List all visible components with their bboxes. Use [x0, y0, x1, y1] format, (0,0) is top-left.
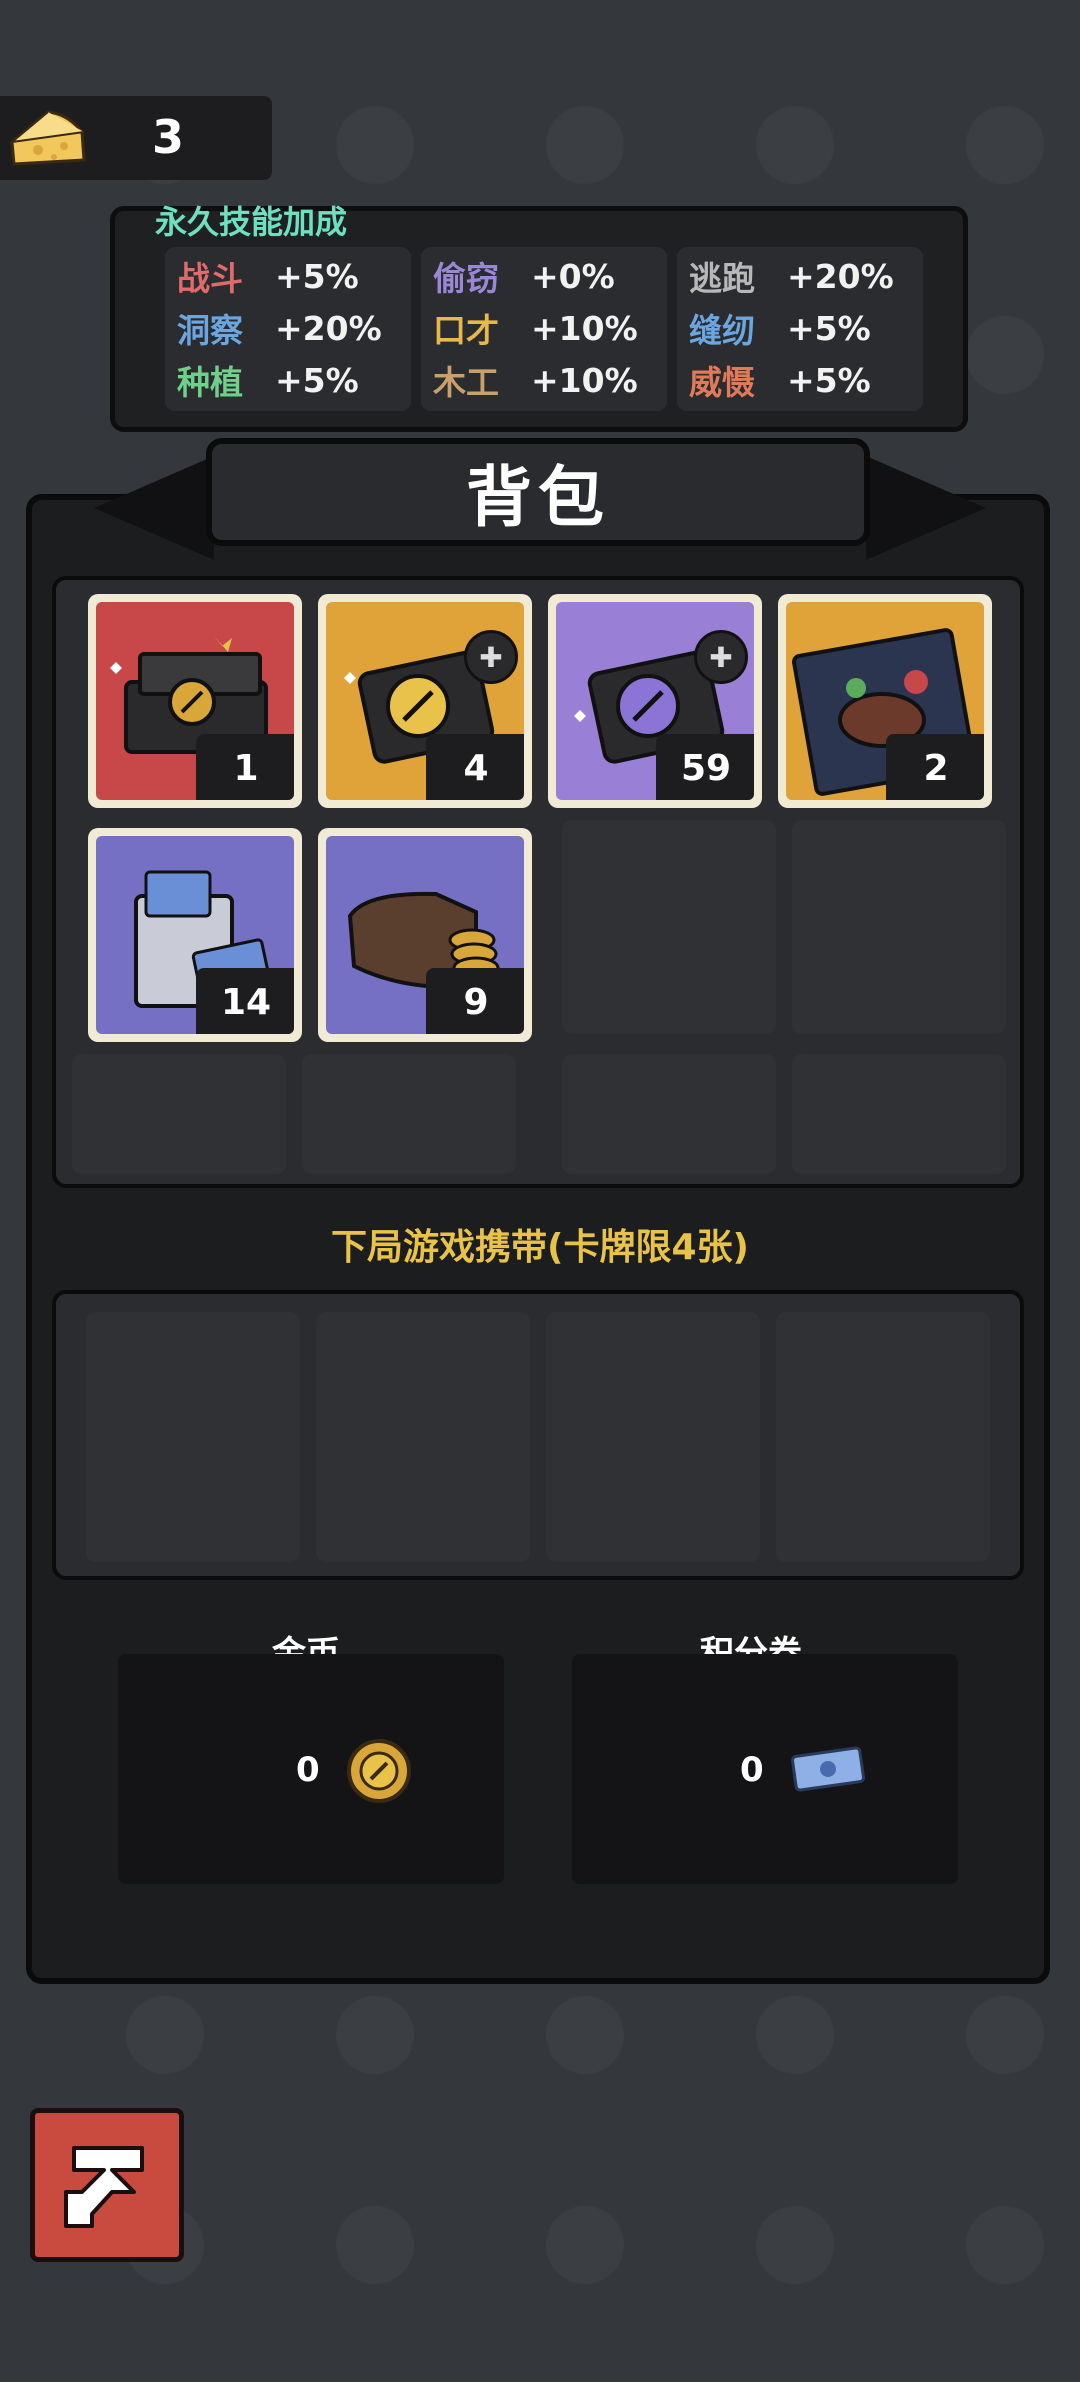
skill-value: +5%	[275, 360, 359, 400]
empty-slot[interactable]	[562, 820, 776, 1034]
gold-coin-icon	[347, 1739, 411, 1803]
skill-column-2: 偷窃 +0% 口才 +10% 木工 +10%	[421, 247, 667, 411]
banner-ribbon-right	[866, 456, 986, 560]
skill-name: 逃跑	[689, 259, 755, 298]
item-quantity: 9	[426, 968, 524, 1034]
skill-name: 战斗	[177, 259, 243, 298]
puzzle-piece-icon: ✚	[694, 630, 748, 684]
item-card-steak-packet[interactable]: 2	[778, 594, 992, 808]
carry-slots-panel	[52, 1290, 1024, 1580]
skill-name: 威慑	[689, 363, 755, 402]
item-quantity: 14	[196, 968, 294, 1034]
skill-name: 种植	[177, 363, 243, 402]
carry-slot[interactable]	[776, 1312, 990, 1562]
carry-slot[interactable]	[546, 1312, 760, 1562]
item-card-coin-box-gold[interactable]: ✚ 4	[318, 594, 532, 808]
skill-row: 缝纫 +5%	[689, 303, 871, 353]
skill-name: 缝纫	[689, 311, 755, 350]
cheese-icon	[8, 110, 86, 166]
backpack-grid: 1 ✚ 4 ✚ 59 2 14 9	[52, 576, 1024, 1188]
empty-slot[interactable]	[562, 1054, 776, 1174]
puzzle-piece-icon: ✚	[464, 630, 518, 684]
skill-column-1: 战斗 +5% 洞察 +20% 种植 +5%	[165, 247, 411, 411]
item-card-ticket-bag[interactable]: 14	[88, 828, 302, 1042]
banner-ribbon-left	[94, 456, 214, 560]
skill-row: 口才 +10%	[433, 303, 638, 353]
skill-value: +20%	[787, 256, 894, 296]
skill-row: 偷窃 +0%	[433, 251, 615, 301]
item-card-coin-box-purple[interactable]: ✚ 59	[548, 594, 762, 808]
skill-value: +20%	[275, 308, 382, 348]
skill-row: 种植 +5%	[177, 355, 359, 405]
skill-row: 洞察 +20%	[177, 303, 382, 353]
skill-column-3: 逃跑 +20% 缝纫 +5% 威慑 +5%	[677, 247, 923, 411]
item-quantity: 4	[426, 734, 524, 800]
item-quantity: 1	[196, 734, 294, 800]
points-box	[572, 1654, 958, 1884]
empty-slot[interactable]	[302, 1054, 516, 1174]
skill-name: 口才	[433, 311, 499, 350]
skill-value: +5%	[787, 308, 871, 348]
gold-value: 0	[296, 1750, 320, 1790]
item-card-gift-box[interactable]: 1	[88, 594, 302, 808]
skill-panel-title: 永久技能加成	[155, 203, 348, 241]
skill-row: 威慑 +5%	[689, 355, 871, 405]
skill-row: 战斗 +5%	[177, 251, 359, 301]
skill-row: 木工 +10%	[433, 355, 638, 405]
empty-slot[interactable]	[792, 820, 1006, 1034]
empty-slot[interactable]	[72, 1054, 286, 1174]
cheese-count: 3	[152, 110, 185, 164]
carry-slot[interactable]	[316, 1312, 530, 1562]
points-ticket-icon	[790, 1746, 866, 1792]
item-card-wallet[interactable]: 9	[318, 828, 532, 1042]
skill-name: 偷窃	[433, 259, 499, 298]
skill-row: 逃跑 +20%	[689, 251, 894, 301]
skill-value: +5%	[275, 256, 359, 296]
skill-name: 洞察	[177, 311, 243, 350]
skill-value: +5%	[787, 360, 871, 400]
backpack-title-banner: 背包	[206, 438, 870, 546]
back-button[interactable]	[30, 2108, 184, 2262]
cheese-counter: 3	[0, 96, 272, 180]
backpack-title: 背包	[466, 459, 610, 536]
carry-slot[interactable]	[86, 1312, 300, 1562]
points-value: 0	[740, 1750, 764, 1790]
skill-name: 木工	[433, 363, 499, 402]
skill-value: +10%	[531, 360, 638, 400]
item-quantity: 59	[656, 734, 754, 800]
back-arrow-icon	[64, 2146, 144, 2228]
carry-label: 下局游戏携带(卡牌限4张)	[331, 1227, 749, 1268]
skill-bonus-panel: 永久技能加成 战斗 +5% 洞察 +20% 种植 +5% 偷窃 +0% 口才 +…	[110, 203, 968, 432]
skill-value: +10%	[531, 308, 638, 348]
skill-value: +0%	[531, 256, 615, 296]
item-quantity: 2	[886, 734, 984, 800]
empty-slot[interactable]	[792, 1054, 1006, 1174]
